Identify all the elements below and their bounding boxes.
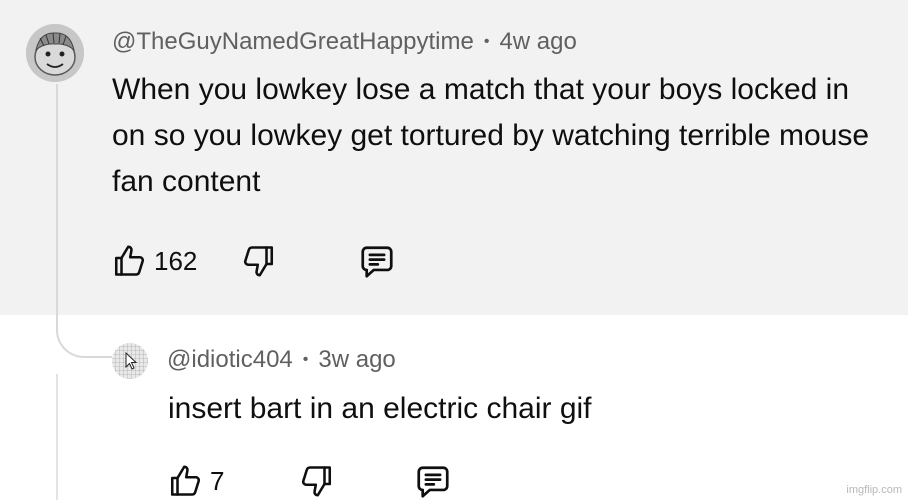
thread-line-lower: [56, 374, 58, 500]
thumbs-down-icon: [240, 243, 278, 279]
reply-avatar[interactable]: [112, 343, 148, 379]
like-button[interactable]: 162: [110, 243, 197, 279]
reply-text: insert bart in an electric chair gif: [168, 392, 592, 425]
comment-timestamp[interactable]: 4w ago: [499, 28, 576, 55]
comment-meta: @TheGuyNamedGreatHappytime • 4w ago: [112, 28, 577, 56]
pixel-grid-cursor-avatar-icon: [112, 343, 148, 379]
comment-author-handle[interactable]: @TheGuyNamedGreatHappytime: [112, 28, 474, 55]
comment-icon: [356, 243, 398, 281]
avatar[interactable]: [26, 24, 84, 82]
reply-timestamp[interactable]: 3w ago: [318, 346, 395, 373]
thumbs-up-icon: [110, 243, 148, 279]
thumbs-up-icon: [166, 463, 204, 499]
comment-text: When you lowkey lose a match that your b…: [112, 73, 870, 198]
meta-separator: •: [483, 33, 490, 50]
thumbs-down-icon: [298, 463, 336, 499]
reply-like-count: 7: [210, 465, 225, 496]
thread-connector: [56, 318, 112, 358]
dislike-button[interactable]: [240, 243, 278, 279]
reply-author-handle[interactable]: @idiotic404: [167, 346, 293, 373]
watermark: imgflip.com: [846, 484, 902, 496]
reply-like-button[interactable]: 7: [166, 463, 224, 499]
like-count: 162: [154, 245, 198, 276]
reply-button[interactable]: [356, 243, 398, 281]
reply-dislike-button[interactable]: [298, 463, 336, 499]
cartoon-face-avatar-icon: [26, 24, 84, 82]
reply-meta: @idiotic404 • 3w ago: [167, 346, 396, 374]
comment-icon: [412, 463, 454, 501]
meta-separator: •: [302, 351, 309, 368]
reply-reply-button[interactable]: [412, 463, 454, 501]
thread-line: [56, 84, 58, 324]
